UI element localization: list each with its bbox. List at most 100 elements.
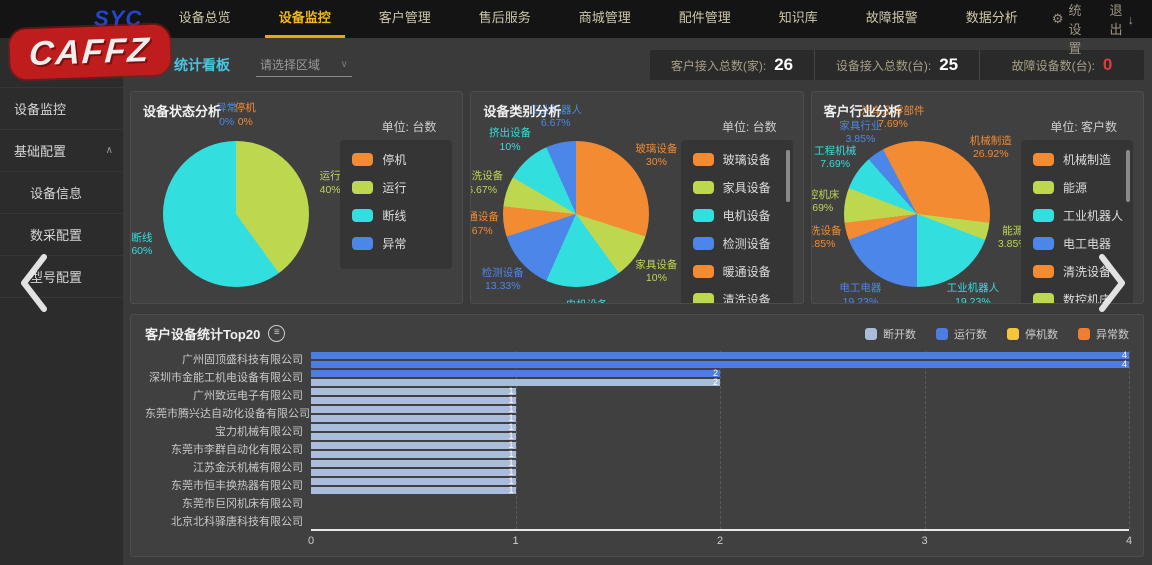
legend-item[interactable]: 能源 [1033,179,1121,196]
stat-value: 25 [939,55,958,75]
bar-legend-item[interactable]: 运行数 [936,326,987,342]
stat-label: 客户接入总数(家): [671,57,766,74]
sidebar-item[interactable]: 基础配置∧ [0,130,123,172]
bar[interactable]: 1 [311,487,516,494]
bar[interactable]: 1 [311,433,516,440]
bar-row: 11 [311,477,1129,495]
carousel-next-button[interactable] [1094,252,1130,319]
system-settings-button[interactable]: ⚙ 系统设置 [1052,0,1082,57]
bar[interactable]: 1 [311,478,516,485]
bar-y-labels: 广州固顶盛科技有限公司深圳市金能工机电设备有限公司广州致远电子有限公司东莞市腾兴… [145,351,311,531]
region-select[interactable]: 请选择区域 ∨ [256,53,352,77]
pie-chart[interactable] [163,141,309,287]
pie-slice-percent: 19.23% [947,295,1000,304]
pie-slice-label: 清洗设备6.67% [470,170,503,196]
legend-item[interactable]: 清洗设备 [693,291,781,304]
pie-slice-label: 断线60% [131,231,152,257]
list-icon[interactable]: ≡ [268,325,285,342]
nav-item[interactable]: 设备总览 [165,0,245,38]
nav-item[interactable]: 故障报警 [852,0,932,38]
bar-chart-panel: 客户设备统计Top20 ≡ 断开数运行数停机数异常数 广州固顶盛科技有限公司深圳… [130,314,1144,557]
bar-legend-item[interactable]: 断开数 [865,326,916,342]
x-tick-label: 2 [717,535,723,547]
legend-label: 运行 [382,179,406,196]
sidebar-item[interactable]: 设备监控 [0,88,123,130]
sidebar-item[interactable]: 数采配置 [0,214,123,256]
legend-label: 电机设备 [723,207,771,224]
bar[interactable]: 1 [311,460,516,467]
bar-row: 11 [311,441,1129,459]
pie-chart[interactable] [844,141,990,287]
bar-legend-item[interactable]: 停机数 [1007,326,1058,342]
carousel-prev-button[interactable] [16,252,52,319]
watermark-text: CAFFZ [28,30,152,73]
bar-row [311,495,1129,513]
legend-scrollbar[interactable] [1126,150,1130,202]
nav-item[interactable]: 知识库 [765,0,832,38]
legend-item[interactable]: 暖通设备 [693,263,781,280]
nav-item[interactable]: 设备监控 [265,0,345,38]
panel-title: 客户行业分析 [824,101,902,120]
bar[interactable]: 1 [311,406,516,413]
pie-slice-label: 暖通设备6.67% [470,211,499,237]
bar[interactable]: 4 [311,352,1129,359]
bar[interactable]: 1 [311,451,516,458]
bar[interactable]: 1 [311,469,516,476]
bar-legend-item[interactable]: 异常数 [1078,326,1129,342]
pie-slice-name: 暖通设备 [470,211,499,224]
bar[interactable]: 1 [311,397,516,404]
bar-row-label: 江苏金沃机械有限公司 [145,459,311,477]
nav-item[interactable]: 数据分析 [952,0,1032,38]
nav-item[interactable]: 售后服务 [465,0,545,38]
legend-item[interactable]: 玻璃设备 [693,151,781,168]
legend-item[interactable]: 异常 [352,235,440,252]
pie-slice-percent: 26.92% [970,148,1012,161]
legend-swatch [1033,237,1054,250]
legend-label: 机械制造 [1063,151,1111,168]
legend-item[interactable]: 运行 [352,179,440,196]
bar-row: 44 [311,351,1129,369]
sidebar-item[interactable]: 设备信息 [0,172,123,214]
legend-item[interactable]: 家具设备 [693,179,781,196]
bar[interactable]: 1 [311,442,516,449]
bar[interactable]: 1 [311,415,516,422]
bar[interactable]: 2 [311,370,720,377]
legend-item[interactable]: 机械制造 [1033,151,1121,168]
legend-swatch [1033,209,1054,222]
pie-slice-percent: 3.85% [811,238,842,251]
bar-legend-label: 停机数 [1025,326,1058,342]
bar[interactable]: 4 [311,361,1129,368]
chevron-down-icon: ∨ [341,59,348,70]
legend-swatch [1033,181,1054,194]
pie-slice-name: 停机 [235,102,256,115]
nav-menu: 设备总览设备监控客户管理售后服务商城管理配件管理知识库故障报警数据分析 [165,0,1052,38]
legend-item[interactable]: 工业机器人 [1033,207,1121,224]
legend-item[interactable]: 断线 [352,207,440,224]
pie-slice-label: 家具设备10% [635,259,677,285]
legend-item[interactable]: 电机设备 [693,207,781,224]
nav-item[interactable]: 商城管理 [565,0,645,38]
main-content: 统计看板 请选择区域 ∨ 客户接入总数(家):26设备接入总数(台):25故障设… [123,38,1152,565]
logout-button[interactable]: 退出 ↓ [1109,0,1134,38]
pie-slice-name: 检测设备 [482,267,524,280]
bar[interactable]: 2 [311,379,720,386]
legend-item[interactable]: 电工电器 [1033,235,1121,252]
stat-item: 客户接入总数(家):26 [650,50,814,80]
pie-slice-percent: 6.67% [470,183,503,196]
legend-item[interactable]: 检测设备 [693,235,781,252]
bar[interactable]: 1 [311,388,516,395]
bar[interactable]: 1 [311,424,516,431]
stat-item: 设备接入总数(台):25 [814,50,979,80]
bar-legend-label: 运行数 [954,326,987,342]
pie-slice-percent: 10% [489,140,531,153]
nav-item[interactable]: 配件管理 [665,0,745,38]
legend-scrollbar[interactable] [786,150,790,202]
nav-item[interactable]: 客户管理 [365,0,445,38]
legend-item[interactable]: 停机 [352,151,440,168]
bar-legend-swatch [936,328,948,340]
legend-swatch [693,153,714,166]
pie-chart[interactable] [503,141,649,287]
pie-slice-name: 运行 [320,170,341,183]
pie-slice-name: 家具设备 [635,259,677,272]
page-title: 统计看板 [174,55,230,75]
